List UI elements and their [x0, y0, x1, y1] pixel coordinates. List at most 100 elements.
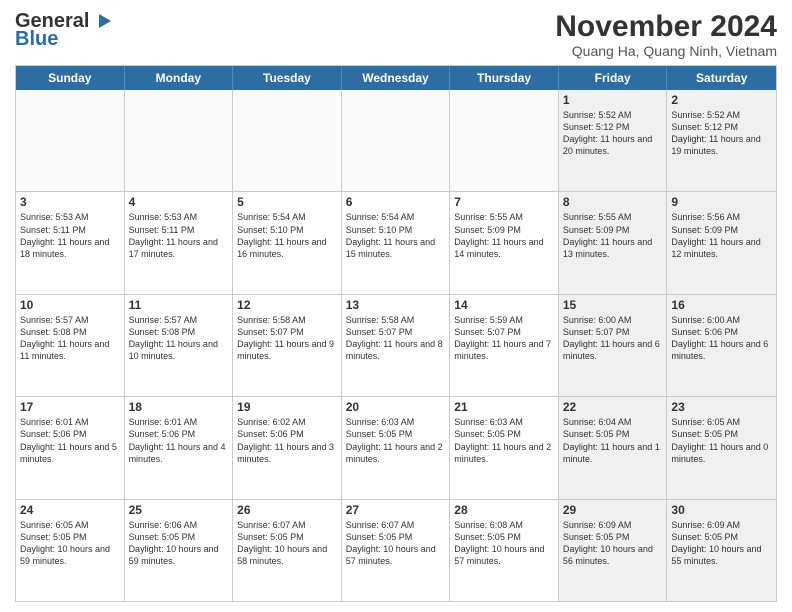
cell-info: Sunrise: 5:54 AM Sunset: 5:10 PM Dayligh… [237, 211, 337, 260]
cal-cell-23: 23 Sunrise: 6:05 AM Sunset: 5:05 PM Dayli… [667, 397, 776, 498]
cal-cell-12: 12 Sunrise: 5:58 AM Sunset: 5:07 PM Dayli… [233, 295, 342, 396]
cell-info: Sunrise: 6:00 AM Sunset: 5:06 PM Dayligh… [671, 314, 772, 363]
day-number: 5 [237, 195, 337, 209]
day-number: 27 [346, 503, 446, 517]
cell-info: Sunrise: 6:05 AM Sunset: 5:05 PM Dayligh… [671, 416, 772, 465]
day-number: 1 [563, 93, 663, 107]
cell-info: Sunrise: 6:09 AM Sunset: 5:05 PM Dayligh… [671, 519, 772, 568]
cal-cell-28: 28Sunrise: 6:08 AM Sunset: 5:05 PM Dayli… [450, 500, 559, 601]
cal-cell-17: 17 Sunrise: 6:01 AM Sunset: 5:06 PM Dayli… [16, 397, 125, 498]
day-number: 11 [129, 298, 229, 312]
cell-info: Sunrise: 6:05 AM Sunset: 5:05 PM Dayligh… [20, 519, 120, 568]
cal-cell-empty-0-4 [450, 90, 559, 191]
logo-blue-text: Blue [15, 28, 58, 51]
cal-cell-empty-0-1 [125, 90, 234, 191]
cal-cell-13: 13 Sunrise: 5:58 AM Sunset: 5:07 PM Dayli… [342, 295, 451, 396]
cal-cell-15: 15Sunrise: 6:00 AM Sunset: 5:07 PM Dayli… [559, 295, 668, 396]
header: General Blue November 2024 Quang Ha, Qua… [15, 10, 777, 59]
cal-cell-2: 2 Sunrise: 5:52 AM Sunset: 5:12 PM Daylig… [667, 90, 776, 191]
calendar-header: SundayMondayTuesdayWednesdayThursdayFrid… [16, 66, 776, 90]
cell-info: Sunrise: 6:01 AM Sunset: 5:06 PM Dayligh… [129, 416, 229, 465]
cell-info: Sunrise: 5:52 AM Sunset: 5:12 PM Dayligh… [671, 109, 772, 158]
cell-info: Sunrise: 5:59 AM Sunset: 5:07 PM Dayligh… [454, 314, 554, 363]
cell-info: Sunrise: 6:06 AM Sunset: 5:05 PM Dayligh… [129, 519, 229, 568]
cell-info: Sunrise: 5:57 AM Sunset: 5:08 PM Dayligh… [129, 314, 229, 363]
cell-info: Sunrise: 5:54 AM Sunset: 5:10 PM Dayligh… [346, 211, 446, 260]
day-number: 20 [346, 400, 446, 414]
cell-info: Sunrise: 5:55 AM Sunset: 5:09 PM Dayligh… [563, 211, 663, 260]
header-day-friday: Friday [559, 66, 668, 90]
cell-info: Sunrise: 5:58 AM Sunset: 5:07 PM Dayligh… [237, 314, 337, 363]
day-number: 16 [671, 298, 772, 312]
cell-info: Sunrise: 6:08 AM Sunset: 5:05 PM Dayligh… [454, 519, 554, 568]
day-number: 23 [671, 400, 772, 414]
day-number: 25 [129, 503, 229, 517]
cal-cell-9: 9 Sunrise: 5:56 AM Sunset: 5:09 PM Daylig… [667, 192, 776, 293]
day-number: 6 [346, 195, 446, 209]
location: Quang Ha, Quang Ninh, Vietnam [555, 43, 777, 59]
cal-cell-25: 25 Sunrise: 6:06 AM Sunset: 5:05 PM Dayli… [125, 500, 234, 601]
cal-cell-1: 1 Sunrise: 5:52 AM Sunset: 5:12 PM Daylig… [559, 90, 668, 191]
cell-info: Sunrise: 5:55 AM Sunset: 5:09 PM Dayligh… [454, 211, 554, 260]
page: General Blue November 2024 Quang Ha, Qua… [0, 0, 792, 612]
cal-cell-5: 5 Sunrise: 5:54 AM Sunset: 5:10 PM Daylig… [233, 192, 342, 293]
calendar-body: 1 Sunrise: 5:52 AM Sunset: 5:12 PM Daylig… [16, 90, 776, 601]
header-day-tuesday: Tuesday [233, 66, 342, 90]
cell-info: Sunrise: 5:52 AM Sunset: 5:12 PM Dayligh… [563, 109, 663, 158]
cell-info: Sunrise: 6:09 AM Sunset: 5:05 PM Dayligh… [563, 519, 663, 568]
cal-cell-empty-0-2 [233, 90, 342, 191]
day-number: 9 [671, 195, 772, 209]
week-row-2: 3Sunrise: 5:53 AM Sunset: 5:11 PM Daylig… [16, 191, 776, 293]
cal-cell-21: 21Sunrise: 6:03 AM Sunset: 5:05 PM Dayli… [450, 397, 559, 498]
cal-cell-10: 10Sunrise: 5:57 AM Sunset: 5:08 PM Dayli… [16, 295, 125, 396]
cell-info: Sunrise: 6:01 AM Sunset: 5:06 PM Dayligh… [20, 416, 120, 465]
day-number: 29 [563, 503, 663, 517]
month-title: November 2024 [555, 10, 777, 43]
header-day-sunday: Sunday [16, 66, 125, 90]
cell-info: Sunrise: 6:00 AM Sunset: 5:07 PM Dayligh… [563, 314, 663, 363]
cell-info: Sunrise: 5:56 AM Sunset: 5:09 PM Dayligh… [671, 211, 772, 260]
header-day-wednesday: Wednesday [342, 66, 451, 90]
cal-cell-29: 29 Sunrise: 6:09 AM Sunset: 5:05 PM Dayli… [559, 500, 668, 601]
cal-cell-22: 22Sunrise: 6:04 AM Sunset: 5:05 PM Dayli… [559, 397, 668, 498]
cell-info: Sunrise: 6:02 AM Sunset: 5:06 PM Dayligh… [237, 416, 337, 465]
day-number: 26 [237, 503, 337, 517]
cal-cell-18: 18 Sunrise: 6:01 AM Sunset: 5:06 PM Dayli… [125, 397, 234, 498]
cal-cell-4: 4Sunrise: 5:53 AM Sunset: 5:11 PM Daylig… [125, 192, 234, 293]
week-row-3: 10 Sunrise: 5:57 AM Sunset: 5:08 PM Dayli… [16, 294, 776, 396]
week-row-4: 17 Sunrise: 6:01 AM Sunset: 5:06 PM Dayli… [16, 396, 776, 498]
cal-cell-empty-0-0 [16, 90, 125, 191]
day-number: 13 [346, 298, 446, 312]
cal-cell-24: 24 Sunrise: 6:05 AM Sunset: 5:05 PM Dayli… [16, 500, 125, 601]
cal-cell-3: 3Sunrise: 5:53 AM Sunset: 5:11 PM Daylig… [16, 192, 125, 293]
day-number: 30 [671, 503, 772, 517]
day-number: 14 [454, 298, 554, 312]
cal-cell-26: 26 Sunrise: 6:07 AM Sunset: 5:05 PM Dayli… [233, 500, 342, 601]
header-day-thursday: Thursday [450, 66, 559, 90]
day-number: 22 [563, 400, 663, 414]
cal-cell-16: 16 Sunrise: 6:00 AM Sunset: 5:06 PM Dayli… [667, 295, 776, 396]
week-row-5: 24 Sunrise: 6:05 AM Sunset: 5:05 PM Dayli… [16, 499, 776, 601]
cal-cell-19: 19 Sunrise: 6:02 AM Sunset: 5:06 PM Dayli… [233, 397, 342, 498]
header-day-saturday: Saturday [667, 66, 776, 90]
calendar: SundayMondayTuesdayWednesdayThursdayFrid… [15, 65, 777, 602]
logo-icon [91, 10, 113, 32]
cal-cell-7: 7Sunrise: 5:55 AM Sunset: 5:09 PM Daylig… [450, 192, 559, 293]
day-number: 4 [129, 195, 229, 209]
week-row-1: 1 Sunrise: 5:52 AM Sunset: 5:12 PM Daylig… [16, 90, 776, 191]
cal-cell-30: 30 Sunrise: 6:09 AM Sunset: 5:05 PM Dayli… [667, 500, 776, 601]
day-number: 12 [237, 298, 337, 312]
day-number: 24 [20, 503, 120, 517]
day-number: 19 [237, 400, 337, 414]
logo: General Blue [15, 10, 113, 51]
cell-info: Sunrise: 6:07 AM Sunset: 5:05 PM Dayligh… [237, 519, 337, 568]
day-number: 2 [671, 93, 772, 107]
cell-info: Sunrise: 6:07 AM Sunset: 5:05 PM Dayligh… [346, 519, 446, 568]
cell-info: Sunrise: 6:03 AM Sunset: 5:05 PM Dayligh… [346, 416, 446, 465]
day-number: 10 [20, 298, 120, 312]
day-number: 17 [20, 400, 120, 414]
cal-cell-empty-0-3 [342, 90, 451, 191]
header-day-monday: Monday [125, 66, 234, 90]
day-number: 18 [129, 400, 229, 414]
cell-info: Sunrise: 5:58 AM Sunset: 5:07 PM Dayligh… [346, 314, 446, 363]
